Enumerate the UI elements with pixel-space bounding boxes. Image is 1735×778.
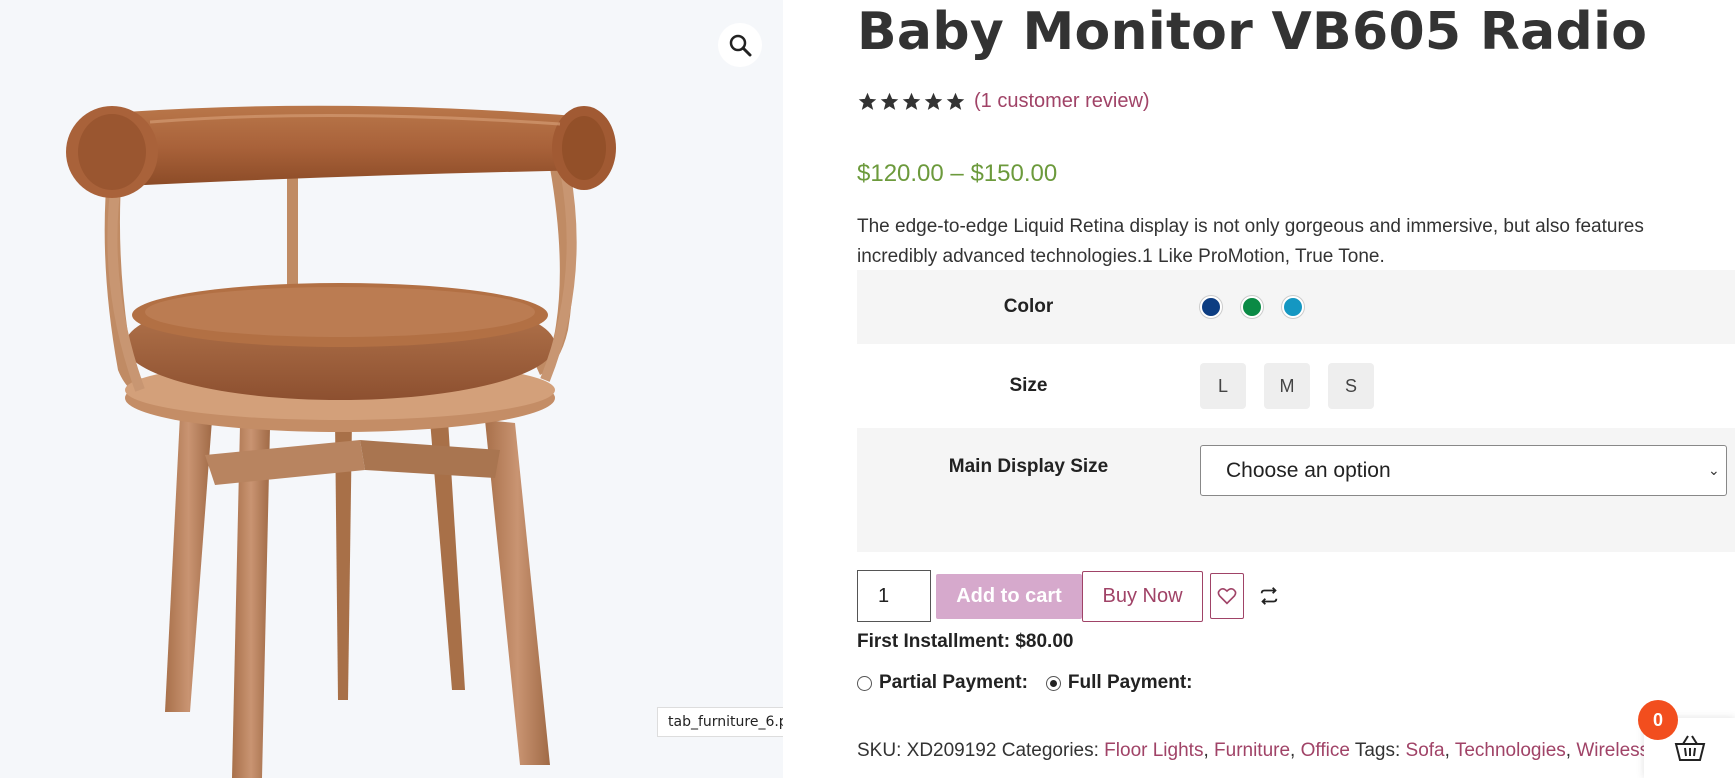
- partial-payment-label: Partial Payment:: [879, 672, 1028, 693]
- color-swatches: [1200, 296, 1735, 318]
- color-swatch-green[interactable]: [1241, 296, 1263, 318]
- tag-link[interactable]: Sofa: [1406, 740, 1445, 761]
- category-link[interactable]: Floor Lights: [1104, 740, 1203, 761]
- first-installment: First Installment: $80.00: [857, 631, 1073, 653]
- color-swatch-teal[interactable]: [1282, 296, 1304, 318]
- product-title: Baby Monitor VB605 Radio: [857, 2, 1648, 62]
- variation-label-display-size: Main Display Size: [948, 456, 1109, 477]
- compare-button[interactable]: [1254, 576, 1284, 616]
- first-installment-value: $80.00: [1015, 631, 1074, 652]
- sku-value: XD209192: [906, 740, 997, 761]
- wishlist-button[interactable]: [1210, 573, 1244, 619]
- review-link[interactable]: (1 customer review): [974, 90, 1150, 113]
- star-icon: [858, 92, 877, 110]
- add-to-cart-row: 1 Add to cart Buy Now: [857, 570, 1284, 622]
- product-image[interactable]: [0, 0, 783, 778]
- size-option-s[interactable]: S: [1328, 363, 1374, 409]
- star-icon: [946, 92, 965, 110]
- full-payment-radio[interactable]: [1045, 675, 1061, 691]
- variation-row-color: Color: [857, 270, 1735, 344]
- add-to-cart-button[interactable]: Add to cart: [936, 573, 1082, 619]
- variation-row-display-size: Main Display Size Choose an option ⌄: [857, 428, 1735, 552]
- star-icon: [924, 92, 943, 110]
- category-link[interactable]: Office: [1301, 740, 1350, 761]
- product-description: The edge-to-edge Liquid Retina display i…: [857, 216, 1644, 267]
- product-gallery: tab_furniture_6.png: [0, 0, 783, 778]
- star-icon: [902, 92, 921, 110]
- categories-label: Categories:: [1001, 740, 1099, 761]
- compare-arrows-icon: [1260, 587, 1278, 605]
- size-option-m[interactable]: M: [1264, 363, 1310, 409]
- tag-link[interactable]: Wireless: [1576, 740, 1649, 761]
- payment-options: Partial Payment: Full Payment:: [857, 672, 1210, 694]
- star-icon: [880, 92, 899, 110]
- variation-row-size: Size L M S: [857, 344, 1735, 428]
- basket-icon: [1674, 735, 1705, 761]
- search-icon: [729, 34, 752, 57]
- product-price: $120.00 – $150.00: [857, 160, 1058, 187]
- sku-label: SKU:: [857, 740, 902, 761]
- full-payment-option[interactable]: Full Payment:: [1045, 672, 1193, 694]
- tag-link[interactable]: Technologies: [1455, 740, 1566, 761]
- product-summary: Baby Monitor VB605 Radio (1 customer rev…: [857, 0, 1735, 778]
- category-link[interactable]: Furniture: [1214, 740, 1290, 761]
- size-option-l[interactable]: L: [1200, 363, 1246, 409]
- tags-label: Tags:: [1354, 740, 1401, 761]
- partial-payment-option[interactable]: Partial Payment:: [857, 672, 1028, 694]
- heart-icon: [1217, 588, 1237, 605]
- size-options: L M S: [1200, 363, 1735, 409]
- product-rating: (1 customer review): [857, 90, 1150, 113]
- quantity-input[interactable]: 1: [857, 570, 931, 622]
- chevron-down-icon: ⌄: [1708, 462, 1720, 478]
- display-size-selected: Choose an option: [1226, 458, 1391, 482]
- first-installment-label: First Installment:: [857, 631, 1011, 652]
- product-meta: SKU: XD209192 Categories: Floor Lights, …: [857, 740, 1650, 761]
- variation-label-color: Color: [1003, 296, 1054, 317]
- star-rating: [857, 91, 966, 112]
- cart-count-badge: 0: [1638, 700, 1678, 740]
- buy-now-button[interactable]: Buy Now: [1082, 570, 1203, 622]
- color-swatch-navy[interactable]: [1200, 296, 1222, 318]
- variations-table: Color Size L M S Main Display Size Choos…: [857, 270, 1735, 552]
- partial-payment-radio[interactable]: [857, 675, 872, 691]
- full-payment-label: Full Payment:: [1067, 672, 1193, 693]
- variation-label-size: Size: [1009, 375, 1048, 396]
- display-size-select[interactable]: Choose an option ⌄: [1200, 445, 1727, 496]
- image-filename-tooltip: tab_furniture_6.png: [657, 707, 783, 737]
- zoom-button[interactable]: [718, 23, 762, 67]
